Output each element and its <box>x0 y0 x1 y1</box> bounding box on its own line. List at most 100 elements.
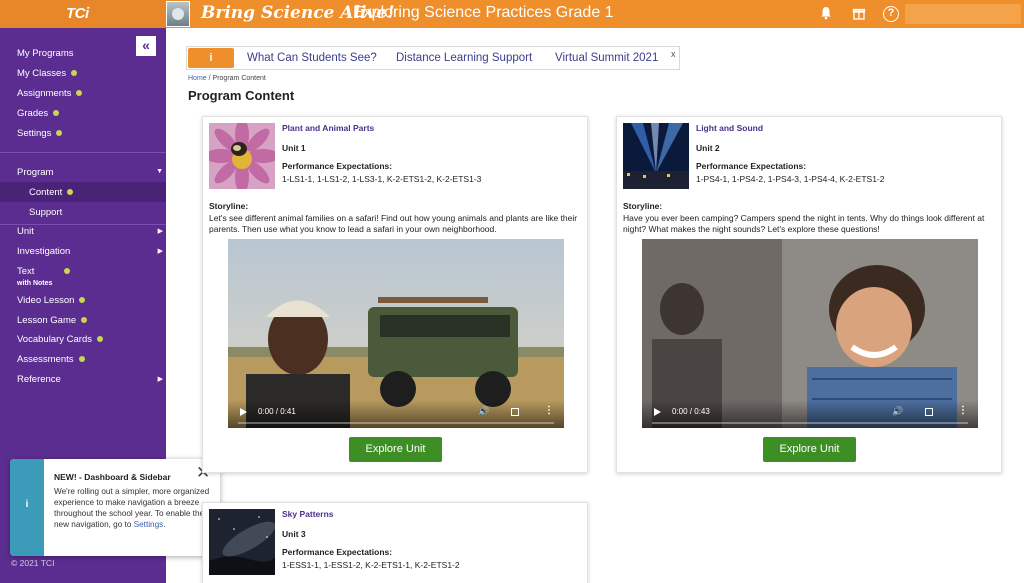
sidebar-item-settings[interactable]: Settings <box>17 128 63 139</box>
breadcrumb-home[interactable]: Home <box>188 75 207 82</box>
gift-icon[interactable] <box>851 6 867 22</box>
sidebar-item-label: Grades <box>17 108 49 119</box>
status-dot <box>96 336 103 343</box>
help-icon[interactable]: ? <box>883 6 899 22</box>
unit-video-player[interactable]: 0:00 / 0:43 🔊 ⋮ <box>642 239 978 428</box>
copyright-text: © 2021 TCI <box>11 558 55 568</box>
user-menu-area[interactable] <box>905 4 1021 24</box>
distance-learning-support-link[interactable]: Distance Learning Support <box>396 52 532 64</box>
storyline-label: Storyline: <box>623 201 663 211</box>
status-dot <box>53 110 60 117</box>
sidebar-item-my-classes[interactable]: My Classes <box>17 68 78 79</box>
sidebar-item-sublabel: with Notes <box>17 280 53 287</box>
close-banner-button[interactable]: x <box>671 49 676 59</box>
status-dot <box>67 189 74 196</box>
chevron-right-icon: ▶ <box>157 376 163 383</box>
status-dot <box>81 317 88 324</box>
sidebar-item-investigation[interactable]: Investigation ▶ <box>17 246 163 257</box>
volume-icon[interactable]: 🔊 <box>892 406 903 417</box>
sidebar-item-label: Vocabulary Cards <box>17 334 92 345</box>
sidebar-item-my-programs[interactable]: My Programs <box>17 48 73 59</box>
more-options-icon[interactable]: ⋮ <box>544 405 554 416</box>
pe-label: Performance Expectations: <box>282 161 393 171</box>
bell-icon[interactable] <box>818 6 834 22</box>
sidebar-item-label: Assessments <box>17 354 74 365</box>
unit-title-link[interactable]: Light and Sound <box>696 123 763 133</box>
volume-icon[interactable]: 🔊 <box>478 406 489 417</box>
sidebar-item-content[interactable]: Content <box>29 187 74 198</box>
unit-thumbnail <box>623 123 689 189</box>
pe-label: Performance Expectations: <box>696 161 807 171</box>
unit-video-player[interactable]: 0:00 / 0:41 🔊 ⋮ <box>228 239 564 428</box>
sidebar-item-assignments[interactable]: Assignments <box>17 88 83 99</box>
sidebar-item-label: Content <box>29 187 63 198</box>
new-feature-toast: i NEW! - Dashboard & Sidebar We're rolli… <box>10 459 220 556</box>
program-cover-image <box>166 1 190 27</box>
sidebar-divider <box>0 152 166 153</box>
top-bar: TCi Bring Science Alive! Exploring Scien… <box>0 0 1024 28</box>
sidebar-item-label: Reference <box>17 374 61 385</box>
unit-title-link[interactable]: Plant and Animal Parts <box>282 123 374 133</box>
storyline-text: Let's see different animal families on a… <box>209 213 578 234</box>
sidebar-item-label: Text <box>17 266 35 277</box>
sidebar-item-reference[interactable]: Reference ▶ <box>17 374 163 385</box>
sidebar-active-highlight <box>0 182 166 202</box>
settings-link[interactable]: Settings <box>134 520 164 529</box>
sidebar-item-vocabulary-cards[interactable]: Vocabulary Cards <box>17 334 103 345</box>
sidebar-item-label: Settings <box>17 128 52 139</box>
sidebar-item-label: Support <box>29 207 63 218</box>
breadcrumb: Home / Program Content <box>188 75 266 82</box>
video-time: 0:00 / 0:43 <box>672 407 710 416</box>
logo-area[interactable]: TCi <box>0 0 166 28</box>
sidebar-item-label: Unit <box>17 226 34 237</box>
status-dot <box>76 90 83 97</box>
sidebar-item-assessments[interactable]: Assessments <box>17 354 85 365</box>
sidebar-item-label: Video Lesson <box>17 295 75 306</box>
tci-logo[interactable]: TCi <box>66 5 89 22</box>
unit-number: Unit 3 <box>282 529 306 539</box>
what-can-students-see-link[interactable]: What Can Students See? <box>247 52 377 64</box>
toast-title: NEW! - Dashboard & Sidebar <box>54 472 171 482</box>
play-icon[interactable] <box>240 408 247 416</box>
fullscreen-icon[interactable] <box>925 408 933 416</box>
storyline-text: Have you ever been camping? Campers spen… <box>623 213 985 234</box>
status-dot <box>78 356 85 363</box>
sidebar-item-program[interactable]: Program ▼ <box>17 167 163 178</box>
video-controls: 0:00 / 0:41 🔊 ⋮ <box>228 400 564 428</box>
sidebar-item-unit[interactable]: Unit ▶ <box>17 226 163 237</box>
breadcrumb-current: Program Content <box>212 75 266 82</box>
more-options-icon[interactable]: ⋮ <box>958 405 968 416</box>
unit-number: Unit 1 <box>282 143 306 153</box>
sidebar-item-support[interactable]: Support <box>29 207 62 218</box>
pe-label: Performance Expectations: <box>282 547 393 557</box>
unit-thumbnail <box>209 123 275 189</box>
video-controls: 0:00 / 0:43 🔊 ⋮ <box>642 400 978 428</box>
page-title: Program Content <box>188 88 295 103</box>
unit-thumbnail <box>209 509 275 575</box>
explore-unit-button[interactable]: Explore Unit <box>763 437 856 462</box>
collapse-sidebar-button[interactable]: « <box>136 36 156 56</box>
sidebar-item-video-lesson[interactable]: Video Lesson <box>17 295 86 306</box>
sidebar-item-grades[interactable]: Grades <box>17 108 60 119</box>
sidebar-item-label: My Classes <box>17 68 67 79</box>
fullscreen-icon[interactable] <box>511 408 519 416</box>
unit-title-link[interactable]: Sky Patterns <box>282 509 334 519</box>
unit-card: Plant and Animal Parts Unit 1 Performanc… <box>202 116 588 473</box>
play-icon[interactable] <box>654 408 661 416</box>
sidebar-item-label: Assignments <box>17 88 72 99</box>
toast-accent-bar: i <box>10 459 44 556</box>
video-progress-bar[interactable] <box>652 422 968 424</box>
info-button[interactable]: i <box>188 48 234 68</box>
chevron-right-icon: ▶ <box>157 228 163 235</box>
pe-value: 1-PS4-1, 1-PS4-2, 1-PS4-3, 1-PS4-4, K-2-… <box>696 174 885 184</box>
video-progress-bar[interactable] <box>238 422 554 424</box>
video-time: 0:00 / 0:41 <box>258 407 296 416</box>
unit-card: Light and Sound Unit 2 Performance Expec… <box>616 116 1002 473</box>
toast-body-text: We're rolling out a simpler, more organi… <box>54 487 210 529</box>
pe-value: 1-ESS1-1, 1-ESS1-2, K-2-ETS1-1, K-2-ETS1… <box>282 560 460 570</box>
sidebar-item-label: Lesson Game <box>17 315 77 326</box>
sidebar-item-text-with-notes[interactable]: Text with Notes <box>17 266 71 288</box>
sidebar-item-lesson-game[interactable]: Lesson Game <box>17 315 88 326</box>
virtual-summit-link[interactable]: Virtual Summit 2021 <box>555 52 658 64</box>
explore-unit-button[interactable]: Explore Unit <box>349 437 442 462</box>
